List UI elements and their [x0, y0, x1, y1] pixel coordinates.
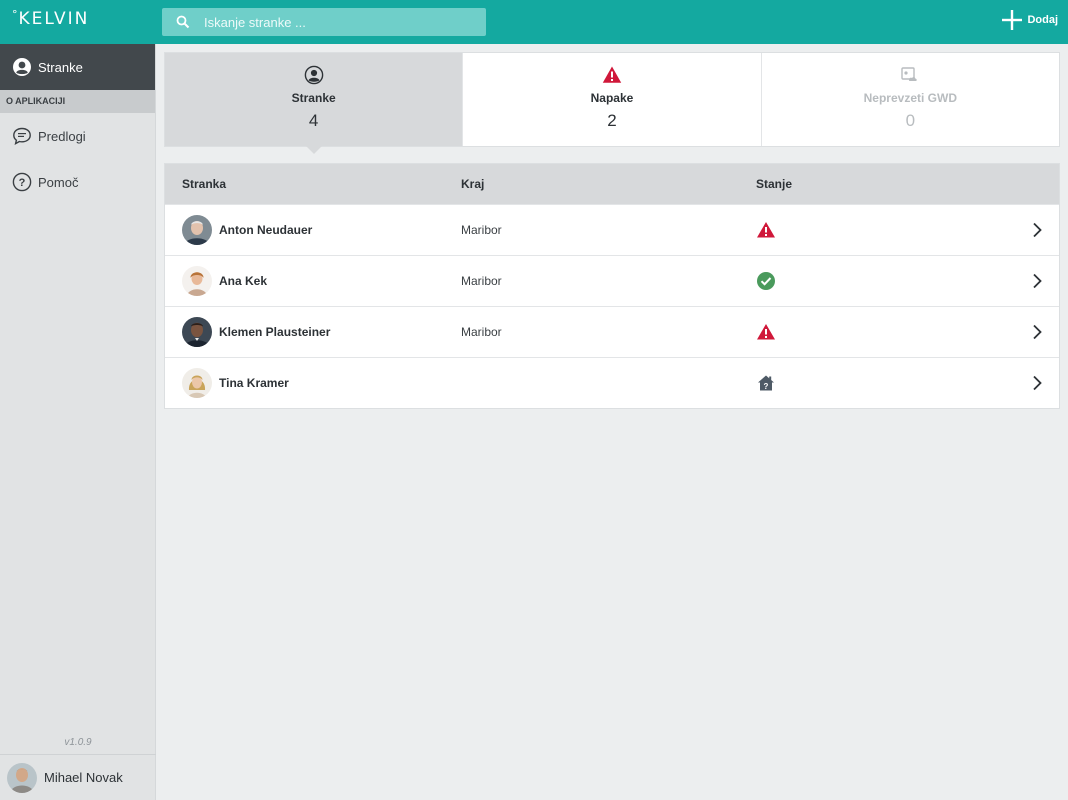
search-input[interactable]	[204, 14, 464, 30]
plus-icon	[1002, 10, 1023, 30]
table-row[interactable]: Ana Kek Maribor	[165, 255, 1059, 306]
search-box[interactable]	[162, 8, 486, 36]
client-name: Anton Neudauer	[219, 223, 313, 237]
chevron-right-icon	[1033, 273, 1042, 289]
table-header: Stranka Kraj Stanje	[165, 164, 1059, 204]
client-cell: Tina Kramer	[165, 368, 461, 398]
add-button[interactable]: Dodaj	[1002, 10, 1058, 30]
summary-card-stranke[interactable]: Stranke 4	[165, 53, 464, 154]
sidebar-item-label: Predlogi	[38, 128, 86, 144]
client-name: Ana Kek	[219, 274, 268, 288]
status-cell	[756, 271, 1059, 291]
avatar	[182, 215, 212, 245]
chevron-right-icon	[1033, 375, 1042, 391]
sidebar-item-stranke[interactable]: Stranke	[0, 44, 155, 90]
sidebar: Stranke O APLIKACIJI Predlogi ? Pomoč v1…	[0, 44, 156, 800]
avatar	[182, 368, 212, 398]
chat-bubble-icon	[13, 127, 31, 145]
client-city: Maribor	[461, 274, 502, 288]
chevron-right-icon	[1033, 324, 1042, 340]
client-cell: Ana Kek	[165, 266, 461, 296]
summary-card-napake[interactable]: Napake 2	[463, 53, 762, 146]
avatar	[7, 762, 37, 793]
check-circle-icon	[757, 272, 775, 290]
user-name: Mihael Novak	[44, 770, 123, 785]
summary-card-label: Stranke	[291, 91, 336, 105]
client-cell: Klemen Plausteiner	[165, 317, 461, 347]
summary-card-label: Neprevzeti GWD	[863, 91, 957, 105]
person-circle-icon	[13, 58, 31, 76]
add-button-label: Dodaj	[1027, 14, 1058, 26]
sidebar-item-label: Pomoč	[38, 174, 79, 190]
svg-text:?: ?	[764, 382, 769, 391]
sidebar-item-label: Stranke	[38, 59, 83, 75]
svg-text:?: ?	[19, 177, 26, 189]
summary-card-count: 2	[607, 111, 617, 130]
table-row[interactable]: Tina Kramer ?	[165, 357, 1059, 408]
help-circle-icon: ?	[12, 172, 32, 192]
column-header-kraj[interactable]: Kraj	[461, 177, 756, 191]
sidebar-item-pomoc[interactable]: ? Pomoč	[0, 159, 155, 205]
avatar	[182, 317, 212, 347]
person-circle-icon	[304, 65, 323, 85]
table-row[interactable]: Anton Neudauer Maribor	[165, 204, 1059, 255]
client-cell: Anton Neudauer	[165, 215, 461, 245]
top-bar: °KELVIN Dodaj	[0, 0, 1068, 44]
app-logo: °KELVIN	[12, 8, 90, 29]
sidebar-section-title: O APLIKACIJI	[0, 90, 155, 113]
summary-card-count: 4	[308, 111, 319, 130]
search-icon	[176, 15, 190, 29]
status-cell	[756, 322, 1059, 342]
summary-card-label: Napake	[590, 91, 634, 105]
app-version: v1.0.9	[64, 737, 92, 748]
user-profile[interactable]: Mihael Novak	[0, 754, 156, 800]
client-city: Maribor	[461, 325, 502, 339]
avatar	[182, 266, 212, 296]
summary-card-count: 0	[905, 111, 916, 130]
device-cloud-icon	[901, 67, 918, 81]
summary-card-neprevzeti-gwd[interactable]: Neprevzeti GWD 0	[762, 53, 1059, 146]
clients-table: Stranka Kraj Stanje Anton Neudauer Marib…	[164, 163, 1060, 409]
status-cell	[756, 220, 1059, 240]
status-cell: ?	[756, 373, 1059, 393]
column-header-stanje[interactable]: Stanje	[756, 177, 1059, 191]
warning-icon	[757, 222, 775, 238]
sidebar-item-predlogi[interactable]: Predlogi	[0, 113, 155, 159]
chevron-right-icon	[1033, 222, 1042, 238]
house-question-icon: ?	[758, 375, 774, 391]
summary-cards: Stranke 4 Napake 2 Neprevzeti GWD 0	[164, 52, 1060, 154]
client-city: Maribor	[461, 223, 502, 237]
column-header-stranka[interactable]: Stranka	[165, 177, 461, 191]
table-row[interactable]: Klemen Plausteiner Maribor	[165, 306, 1059, 357]
client-name: Klemen Plausteiner	[219, 325, 331, 339]
client-name: Tina Kramer	[219, 376, 289, 390]
warning-icon	[602, 66, 622, 83]
warning-icon	[757, 324, 775, 340]
